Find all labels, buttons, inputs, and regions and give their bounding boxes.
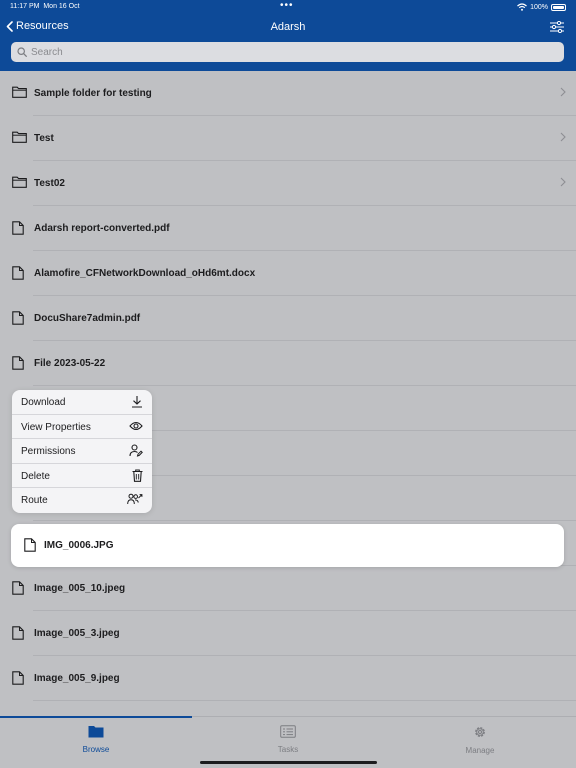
- app-header: 11:17 PM Mon 16 Oct ••• 100% Resources A…: [0, 0, 576, 71]
- tab-tasks[interactable]: Tasks: [192, 725, 384, 754]
- chevron-right-icon: [560, 177, 566, 187]
- list-item-file[interactable]: DocuShare7admin.pdf: [0, 296, 576, 341]
- item-name: Test: [34, 133, 54, 144]
- eye-icon: [129, 421, 143, 430]
- filter-sliders-icon[interactable]: [550, 21, 564, 33]
- battery-percent: 100%: [530, 3, 548, 11]
- gear-icon: [475, 727, 485, 737]
- search-icon: [17, 47, 27, 57]
- menu-item-route[interactable]: Route: [12, 488, 152, 513]
- menu-item-delete[interactable]: Delete: [12, 464, 152, 489]
- menu-item-label: View Properties: [21, 421, 91, 433]
- status-time: 11:17 PM Mon 16 Oct: [10, 3, 80, 10]
- search-input[interactable]: [31, 46, 531, 58]
- list-item-folder[interactable]: Test: [0, 116, 576, 161]
- menu-item-label: Delete: [21, 470, 50, 482]
- chevron-right-icon: [560, 132, 566, 142]
- item-name: Image_005_3.jpeg: [34, 628, 120, 639]
- document-icon: [12, 671, 24, 685]
- folder-icon: [88, 726, 104, 738]
- active-tab-indicator: [0, 716, 192, 718]
- list-item-file[interactable]: Alamofire_CFNetworkDownload_oHd6mt.docx: [0, 251, 576, 296]
- list-item-file[interactable]: Image_005_9.jpeg: [0, 656, 576, 701]
- document-icon: [12, 356, 24, 370]
- context-menu: Download View Properties Permissions Del…: [12, 390, 152, 513]
- folder-icon: [12, 176, 27, 188]
- battery-icon: [551, 3, 566, 11]
- list-item-file[interactable]: Image_005_3.jpeg: [0, 611, 576, 656]
- document-icon: [12, 221, 24, 235]
- menu-item-download[interactable]: Download: [12, 390, 152, 415]
- menu-item-label: Permissions: [21, 446, 76, 458]
- list-item-file[interactable]: Image_005_10.jpeg: [0, 566, 576, 611]
- download-icon: [132, 396, 142, 408]
- navigation-bar: Resources Adarsh: [0, 18, 576, 38]
- wifi-icon: [517, 3, 527, 11]
- item-name: Sample folder for testing: [34, 88, 152, 99]
- status-bar: 11:17 PM Mon 16 Oct ••• 100%: [0, 0, 576, 13]
- item-name: Alamofire_CFNetworkDownload_oHd6mt.docx: [34, 268, 256, 279]
- multitasking-dots[interactable]: •••: [280, 0, 294, 11]
- document-icon: [12, 626, 24, 640]
- item-name: File 2023-05-22: [34, 358, 106, 369]
- tab-label: Manage: [465, 746, 495, 755]
- chevron-right-icon: [560, 87, 566, 97]
- menu-item-permissions[interactable]: Permissions: [12, 439, 152, 464]
- item-name: Image_005_10.jpeg: [34, 583, 126, 594]
- item-name: Adarsh report-converted.pdf: [34, 223, 170, 234]
- menu-item-label: Route: [21, 495, 48, 507]
- tab-manage[interactable]: Manage: [384, 725, 576, 755]
- home-indicator[interactable]: [200, 761, 377, 764]
- document-icon: [12, 266, 24, 280]
- folder-icon: [12, 86, 27, 98]
- document-icon: [12, 581, 24, 595]
- tab-label: Tasks: [277, 745, 299, 754]
- item-name: Test02: [34, 178, 65, 189]
- document-icon: [12, 311, 24, 325]
- list-item-file[interactable]: Adarsh report-converted.pdf: [0, 206, 576, 251]
- resource-list: Sample folder for testing Test Test02 Ad…: [0, 71, 576, 701]
- item-name: DocuShare7admin.pdf: [34, 313, 141, 324]
- list-item-folder[interactable]: Sample folder for testing: [0, 71, 576, 116]
- document-icon: [24, 538, 36, 552]
- tasks-icon: [280, 725, 296, 738]
- list-item-folder[interactable]: Test02: [0, 161, 576, 206]
- tab-label: Browse: [82, 745, 110, 754]
- menu-item-label: Download: [21, 397, 66, 408]
- user-edit-icon: [129, 444, 143, 457]
- row-divider: [33, 700, 576, 701]
- item-name: IMG_0006.JPG: [44, 540, 114, 551]
- list-item-file[interactable]: File 2023-05-22: [0, 341, 576, 386]
- page-title: Adarsh: [270, 21, 306, 33]
- search-bar[interactable]: [11, 42, 564, 62]
- route-users-icon: [127, 494, 143, 505]
- menu-item-view-properties[interactable]: View Properties: [12, 415, 152, 440]
- item-name: Image_005_9.jpeg: [34, 673, 120, 684]
- folder-icon: [12, 131, 27, 143]
- tab-browse[interactable]: Browse: [0, 725, 192, 754]
- selected-file-card[interactable]: IMG_0006.JPG: [11, 524, 564, 567]
- status-right: 100%: [517, 3, 566, 11]
- trash-icon: [132, 469, 143, 482]
